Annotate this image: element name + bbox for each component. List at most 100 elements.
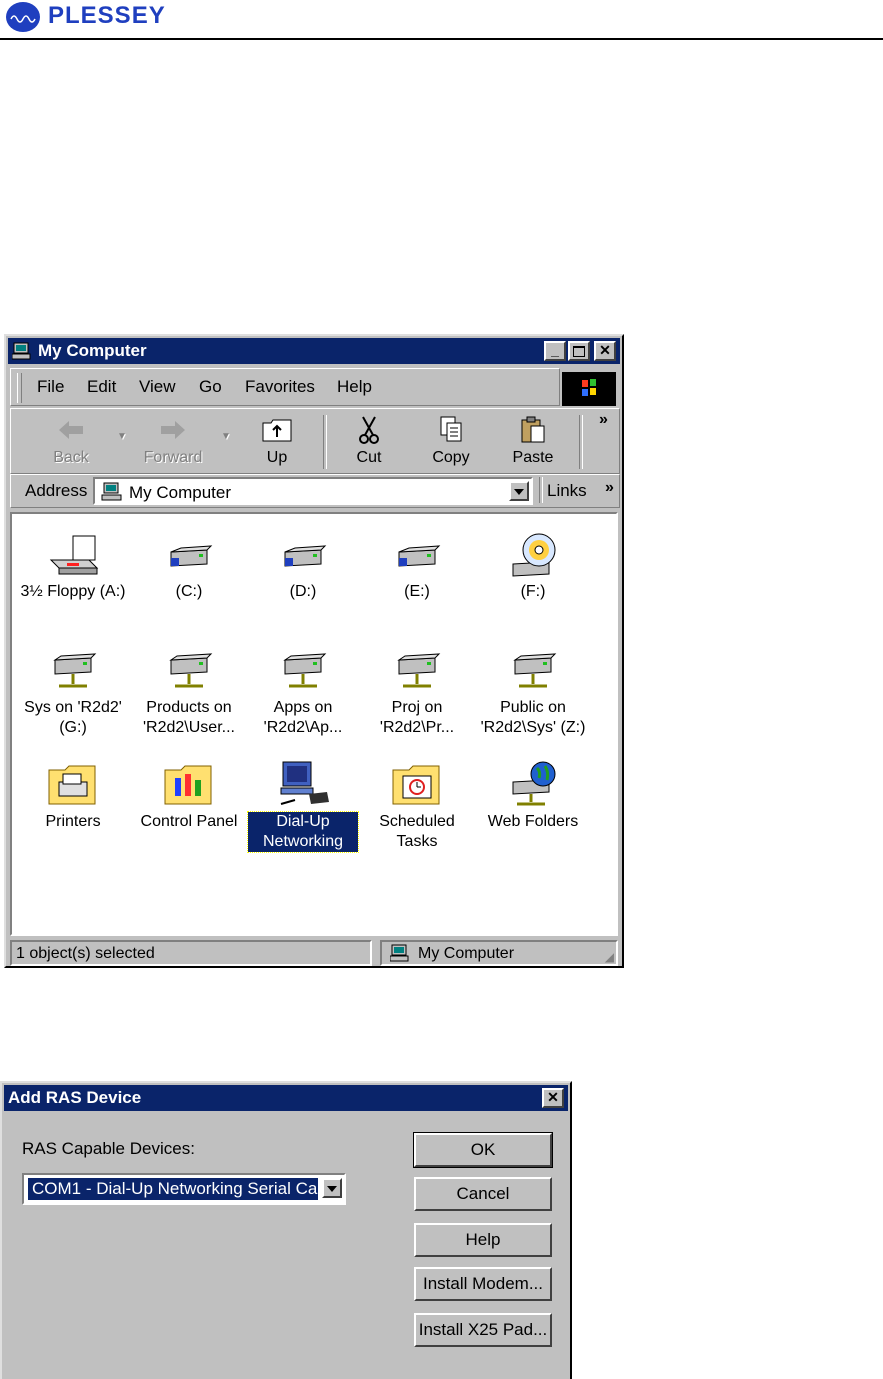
dialog-title-bar[interactable]: Add RAS Device ✕: [4, 1085, 568, 1111]
help-button[interactable]: Help: [414, 1223, 552, 1257]
item-label: Public on 'R2d2\Sys' (Z:): [480, 699, 586, 736]
menu-grip[interactable]: [17, 373, 22, 403]
ras-devices-label: RAS Capable Devices:: [22, 1139, 195, 1158]
address-value: My Computer: [129, 483, 232, 502]
item-label: Scheduled Tasks: [379, 813, 455, 850]
maximize-button[interactable]: [568, 341, 590, 361]
item-label: Products on 'R2d2\User...: [143, 699, 235, 736]
up-button[interactable]: Up: [237, 409, 317, 471]
menu-view[interactable]: View: [139, 377, 176, 397]
menu-favorites[interactable]: Favorites: [245, 377, 315, 397]
cd-drive-icon: [505, 530, 561, 578]
menu-bar: File Edit View Go Favorites Help: [10, 368, 560, 406]
selected-device: COM1 - Dial-Up Networking Serial Cable: [28, 1178, 318, 1200]
desktop-item-network-drive[interactable]: Sys on 'R2d2' (G:): [18, 646, 128, 738]
status-selection: 1 object(s) selected: [10, 940, 372, 966]
desktop-item-network-drive[interactable]: Products on 'R2d2\User...: [134, 646, 244, 738]
device-dropdown-button[interactable]: [322, 1178, 342, 1198]
cut-label: Cut: [356, 449, 382, 466]
computer-icon: [101, 482, 122, 501]
dialog-close-button[interactable]: ✕: [542, 1088, 564, 1108]
address-dropdown-button[interactable]: [509, 481, 529, 501]
ok-button[interactable]: OK: [413, 1132, 553, 1168]
ras-devices-select[interactable]: COM1 - Dial-Up Networking Serial Cable: [22, 1173, 346, 1205]
back-arrow-icon: [59, 421, 83, 439]
desktop-item-web-folders[interactable]: Web Folders: [478, 760, 588, 832]
copy-label: Copy: [432, 449, 470, 466]
address-input[interactable]: My Computer: [93, 477, 533, 505]
title-bar[interactable]: My Computer _ ✕: [8, 338, 620, 364]
address-separator: [539, 477, 543, 503]
desktop-item-hard-drive[interactable]: (D:): [248, 530, 358, 602]
network-drive-icon: [45, 646, 101, 694]
item-label: Sys on 'R2d2' (G:): [24, 699, 122, 736]
desktop-item-control-panel[interactable]: Control Panel: [134, 760, 244, 832]
forward-label: Forward: [143, 449, 203, 466]
item-label: Web Folders: [487, 813, 579, 830]
computer-icon: [390, 944, 409, 962]
close-icon: ✕: [599, 342, 611, 358]
toolbar-separator: [323, 415, 327, 469]
minimize-icon: _: [551, 342, 559, 358]
toolbar-more-chevron-icon[interactable]: »: [599, 411, 608, 429]
add-ras-device-dialog: Add RAS Device ✕ RAS Capable Devices: CO…: [0, 1081, 572, 1379]
install-x25-pad-button[interactable]: Install X25 Pad...: [414, 1313, 552, 1347]
desktop-item-network-drive[interactable]: Public on 'R2d2\Sys' (Z:): [478, 646, 588, 738]
standard-toolbar: Back ▼ Forward ▼ Up Cut Copy Paste »: [10, 408, 620, 474]
control-panel-icon: [161, 760, 217, 808]
scheduled-tasks-icon: [389, 760, 445, 808]
close-button[interactable]: ✕: [594, 341, 616, 361]
network-drive-icon: [161, 646, 217, 694]
menu-edit[interactable]: Edit: [87, 377, 116, 397]
dialog-title: Add RAS Device: [8, 1088, 142, 1107]
desktop-item-network-drive[interactable]: Apps on 'R2d2\Ap...: [248, 646, 358, 738]
status-location-text: My Computer: [418, 945, 515, 962]
cut-button[interactable]: Cut: [329, 409, 409, 471]
links-more-chevron-icon[interactable]: »: [605, 479, 614, 497]
menu-go[interactable]: Go: [199, 377, 222, 397]
forward-button[interactable]: Forward: [133, 409, 213, 471]
item-label: (E:): [404, 583, 430, 600]
maximize-icon: [573, 346, 585, 357]
forward-dropdown-icon[interactable]: ▼: [221, 431, 231, 442]
desktop-item-dial-up-networking[interactable]: Dial-Up Networking: [247, 760, 359, 853]
desktop-item-floppy-drive[interactable]: 3½ Floppy (A:): [18, 530, 128, 602]
desktop-item-cd-drive[interactable]: (F:): [478, 530, 588, 602]
desktop-item-hard-drive[interactable]: (C:): [134, 530, 244, 602]
paste-label: Paste: [512, 449, 554, 466]
item-label: Proj on 'R2d2\Pr...: [379, 699, 455, 736]
paste-button[interactable]: Paste: [493, 409, 573, 471]
hard-drive-icon: [161, 530, 217, 578]
forward-arrow-icon: [161, 421, 185, 439]
brand-name: PLESSEY: [48, 2, 166, 29]
minimize-button[interactable]: _: [544, 341, 566, 361]
computer-icon: [12, 342, 31, 360]
desktop-item-hard-drive[interactable]: (E:): [362, 530, 472, 602]
item-label: Printers: [45, 813, 101, 830]
desktop-item-scheduled-tasks[interactable]: Scheduled Tasks: [362, 760, 472, 852]
web-folders-icon: [505, 760, 561, 808]
desktop-item-printers-folder[interactable]: Printers: [18, 760, 128, 832]
links-label[interactable]: Links: [547, 481, 587, 501]
address-bar: Address My Computer Links »: [10, 474, 620, 508]
size-grip-icon[interactable]: ◢: [605, 950, 614, 964]
copy-button[interactable]: Copy: [411, 409, 491, 471]
windows-logo-icon: [562, 372, 616, 406]
install-modem-button[interactable]: Install Modem...: [414, 1267, 552, 1301]
status-location: My Computer ◢: [380, 940, 618, 966]
back-dropdown-icon[interactable]: ▼: [117, 431, 127, 442]
item-label: (F:): [520, 583, 546, 600]
menu-help[interactable]: Help: [337, 377, 372, 397]
up-folder-icon: [262, 419, 292, 442]
scissors-icon: [359, 416, 379, 444]
cancel-button[interactable]: Cancel: [414, 1177, 552, 1211]
my-computer-window: My Computer _ ✕ File Edit View Go Favori…: [4, 334, 624, 968]
status-bar: 1 object(s) selected My Computer ◢: [10, 940, 618, 966]
address-label: Address: [25, 481, 88, 500]
menu-file[interactable]: File: [37, 377, 64, 397]
file-view: 3½ Floppy (A:) (C:) (D:) (E:) (F:) Sys on 'R2…: [10, 512, 618, 936]
network-drive-icon: [505, 646, 561, 694]
back-button[interactable]: Back: [31, 409, 111, 471]
item-label: (C:): [175, 583, 203, 600]
desktop-item-network-drive[interactable]: Proj on 'R2d2\Pr...: [362, 646, 472, 738]
